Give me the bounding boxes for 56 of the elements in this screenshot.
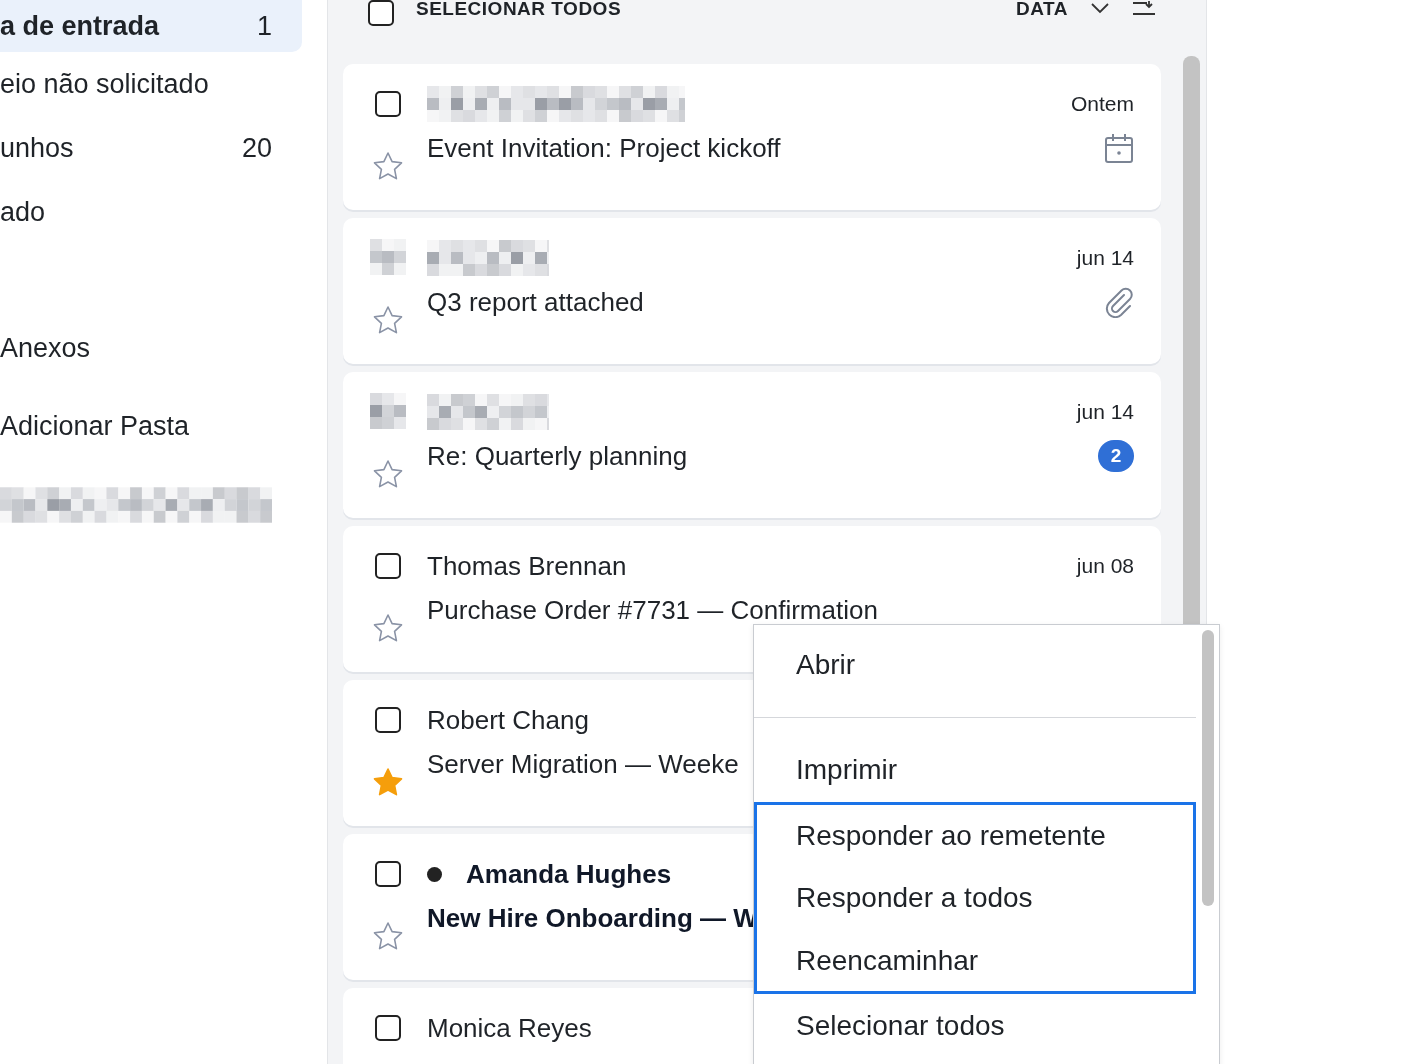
- blurred-account-icon: [0, 487, 272, 523]
- sender-name: Amanda Hughes: [466, 858, 672, 890]
- folder-label: eio não solicitado: [0, 68, 209, 100]
- sender-name: Thomas Brennan: [427, 550, 627, 582]
- message-card[interactable]: jun 14 Q3 report attached: [343, 218, 1161, 364]
- star-icon[interactable]: [372, 766, 404, 798]
- message-subject: Purchase Order #7731 — Confirmation: [427, 594, 878, 626]
- message-date: jun 14: [1076, 400, 1134, 424]
- sort-icon[interactable]: [1132, 0, 1156, 16]
- unread-count: 1: [256, 10, 272, 42]
- sort-button[interactable]: DATA: [1016, 0, 1068, 20]
- unread-count: 20: [241, 132, 272, 164]
- folder-label: a de entrada: [0, 10, 160, 42]
- checkbox[interactable]: [375, 707, 401, 733]
- checkbox[interactable]: [375, 861, 401, 887]
- star-icon[interactable]: [372, 150, 404, 182]
- star-icon[interactable]: [372, 612, 404, 644]
- blurred-avatar-icon: [370, 239, 406, 275]
- menu-item[interactable]: Reencaminhar: [754, 930, 1196, 994]
- folder-item[interactable]: Adicionar Pasta: [0, 394, 302, 458]
- menu-item[interactable]: Responder a todos: [754, 866, 1196, 930]
- message-card[interactable]: jun 14 Re: Quarterly planning 2: [343, 372, 1161, 518]
- star-icon[interactable]: [372, 304, 404, 336]
- star-icon[interactable]: [372, 920, 404, 952]
- checkbox[interactable]: [375, 553, 401, 579]
- message-date: jun 14: [1076, 246, 1134, 270]
- message-date: jun 08: [1076, 554, 1134, 578]
- message-subject: Event Invitation: Project kickoff: [427, 132, 781, 164]
- blurred-avatar-icon: [370, 393, 406, 429]
- paperclip-icon: [1104, 286, 1134, 318]
- message-card[interactable]: Ontem Event Invitation: Project kickoff: [343, 64, 1161, 210]
- folder-item[interactable]: a de entrada 1: [0, 0, 302, 52]
- calendar-icon: [1104, 132, 1134, 164]
- sender-name: Robert Chang: [427, 704, 589, 736]
- folder-item[interactable]: unhos 20: [0, 116, 302, 180]
- message-subject: Re: Quarterly planning: [427, 440, 688, 472]
- folder-label: Anexos: [0, 332, 91, 364]
- folder-label: Adicionar Pasta: [0, 410, 190, 442]
- message-subject: Server Migration — Weeke: [427, 748, 739, 780]
- checkbox[interactable]: [375, 1015, 401, 1041]
- checkbox[interactable]: [375, 91, 401, 117]
- menu-item[interactable]: Responder ao remetente: [754, 802, 1196, 866]
- folder-item[interactable]: ado: [0, 180, 302, 244]
- star-icon[interactable]: [372, 458, 404, 490]
- folder-label: ado: [0, 196, 46, 228]
- folder-item[interactable]: Anexos: [0, 316, 302, 380]
- message-date: Ontem: [1070, 92, 1134, 116]
- message-subject: Q3 report attached: [427, 286, 644, 318]
- folder-label: unhos: [0, 132, 74, 164]
- checkbox[interactable]: [368, 0, 394, 26]
- select-all-label: SELECIONAR TODOS: [416, 0, 622, 20]
- sender-name: Monica Reyes: [427, 1012, 592, 1044]
- menu-item[interactable]: Selecionar todos: [754, 994, 1196, 1058]
- folder-item[interactable]: eio não solicitado: [0, 52, 302, 116]
- thread-count-badge: 2: [1098, 440, 1134, 472]
- chevron-down-icon[interactable]: [1090, 2, 1110, 14]
